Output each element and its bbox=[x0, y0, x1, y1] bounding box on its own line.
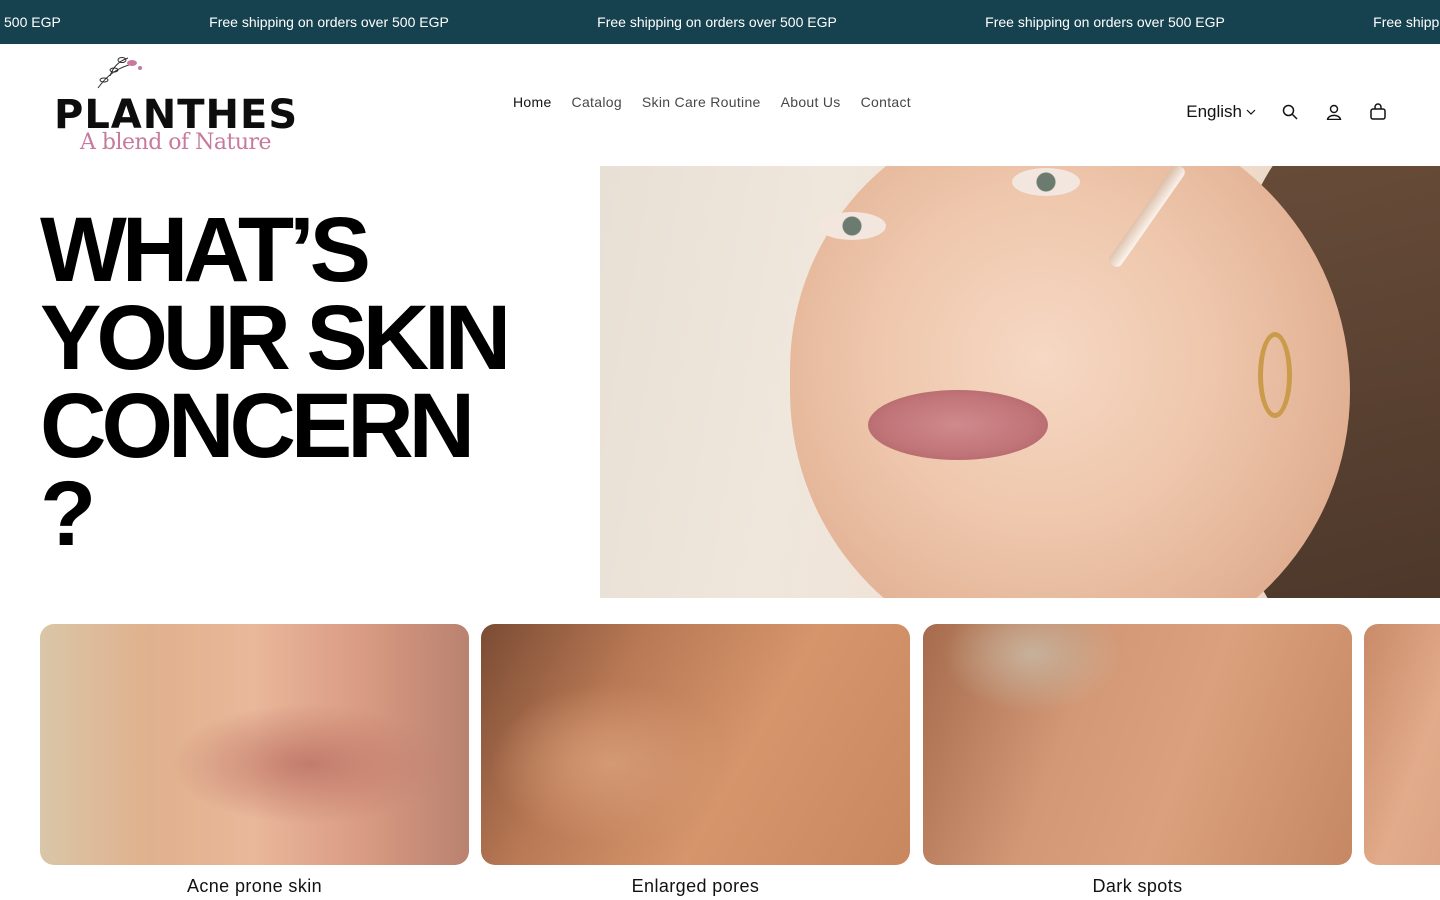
site-header: PLANTHES A blend of Nature Home Catalog … bbox=[0, 44, 1440, 166]
account-button[interactable] bbox=[1312, 90, 1356, 134]
hero-title: WHAT’S YOUR SKIN CONCERN ? bbox=[40, 199, 580, 565]
main-nav: Home Catalog Skin Care Routine About Us … bbox=[503, 94, 921, 110]
language-selector[interactable]: English bbox=[1186, 102, 1256, 122]
concern-card-image[interactable] bbox=[40, 624, 469, 865]
search-button[interactable] bbox=[1268, 90, 1312, 134]
flower-icon bbox=[97, 57, 142, 89]
announcement-text: Free shipping on orders over 500 EGP bbox=[209, 14, 449, 30]
chevron-down-icon bbox=[1246, 109, 1256, 115]
announcement-bar: Free shipping on orders over 500 EGP Fre… bbox=[0, 0, 1440, 44]
logo-tagline: A blend of Nature bbox=[80, 130, 272, 155]
hero-title-line: YOUR SKIN bbox=[40, 287, 511, 389]
hero-title-line: ? bbox=[40, 463, 96, 565]
concern-card-label[interactable]: Acne prone skin bbox=[40, 876, 469, 897]
nav-item-catalog[interactable]: Catalog bbox=[562, 94, 632, 110]
hero-image bbox=[600, 166, 1440, 598]
cart-icon bbox=[1370, 103, 1386, 120]
nav-item-home[interactable]: Home bbox=[503, 94, 562, 110]
logo[interactable]: PLANTHES A blend of Nature bbox=[52, 54, 297, 156]
account-icon bbox=[1326, 104, 1342, 120]
nav-item-about-us[interactable]: About Us bbox=[771, 94, 851, 110]
earring-shape bbox=[1258, 332, 1292, 418]
announcement-text: Free shipping on orders over 500 EGP bbox=[0, 14, 61, 30]
announcement-text: Free shipping on orders over 500 EGP bbox=[597, 14, 837, 30]
language-label: English bbox=[1186, 102, 1242, 121]
search-icon bbox=[1282, 104, 1298, 120]
lips-shape bbox=[868, 390, 1048, 460]
eye-shape bbox=[818, 212, 886, 240]
concern-card-image[interactable] bbox=[481, 624, 910, 865]
hero-title-line: WHAT’S bbox=[40, 199, 371, 301]
concern-card-label[interactable]: Enlarged pores bbox=[481, 876, 910, 897]
cart-button[interactable] bbox=[1356, 90, 1400, 134]
announcement-text: Free shipping on orders over 500 EGP bbox=[1373, 14, 1440, 30]
announcement-text: Free shipping on orders over 500 EGP bbox=[985, 14, 1225, 30]
header-actions: English bbox=[1186, 90, 1400, 134]
concern-card-image[interactable] bbox=[923, 624, 1352, 865]
announcement-track: Free shipping on orders over 500 EGP Fre… bbox=[0, 0, 1440, 44]
concern-card-label[interactable]: Dark spots bbox=[923, 876, 1352, 897]
nav-item-skin-care-routine[interactable]: Skin Care Routine bbox=[632, 94, 771, 110]
concern-card-image[interactable] bbox=[1364, 624, 1440, 865]
eye-shape bbox=[1012, 168, 1080, 196]
nav-item-contact[interactable]: Contact bbox=[851, 94, 921, 110]
hero-title-line: CONCERN bbox=[40, 375, 475, 477]
